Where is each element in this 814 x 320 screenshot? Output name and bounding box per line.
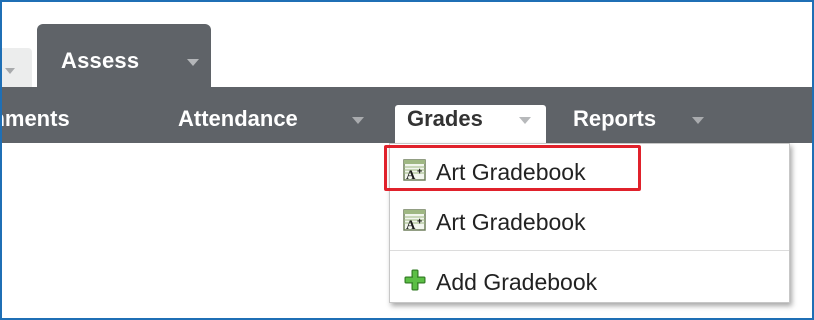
green-plus-icon [403,268,427,292]
gradebook-icon: A + [403,208,427,232]
screenshot-frame: Assess gnments Attendance Grades Reports [0,0,814,320]
dropdown-item-gradebook[interactable]: A + Art Gradebook [390,198,789,242]
svg-text:+: + [417,216,422,226]
tab-assess-label: Assess [61,48,140,73]
menu-item-label: Grades [407,106,483,131]
menu-item-label: gnments [2,106,70,131]
previous-tab[interactable] [2,48,32,87]
gradebook-icon: A + [403,158,427,182]
chevron-down-icon [352,117,364,124]
viewport: Assess gnments Attendance Grades Reports [2,2,812,318]
svg-text:+: + [417,166,422,176]
dropdown-item-label: Art Gradebook [436,209,586,235]
dropdown-item-add-gradebook[interactable]: Add Gradebook [390,258,789,302]
tab-assess[interactable]: Assess [37,24,211,87]
chevron-down-icon [692,117,704,124]
dropdown-item-gradebook[interactable]: A + Art Gradebook [384,145,789,192]
grades-dropdown-menu: A + Art Gradebook A + Art Gradebook Add … [384,143,790,303]
svg-text:A: A [406,167,416,182]
dropdown-divider [390,250,789,251]
chevron-down-icon [5,68,15,74]
menu-item-label: Attendance [178,106,298,131]
dropdown-item-label: Art Gradebook [436,159,586,185]
svg-text:A: A [406,217,416,232]
dropdown-item-label: Add Gradebook [436,269,598,295]
chevron-down-icon[interactable] [187,59,199,66]
chevron-down-icon [519,117,531,124]
menu-item-label: Reports [573,106,657,131]
menu-item-grades[interactable]: Grades [395,105,546,143]
menu-bar: gnments Attendance Grades Reports [2,87,812,143]
